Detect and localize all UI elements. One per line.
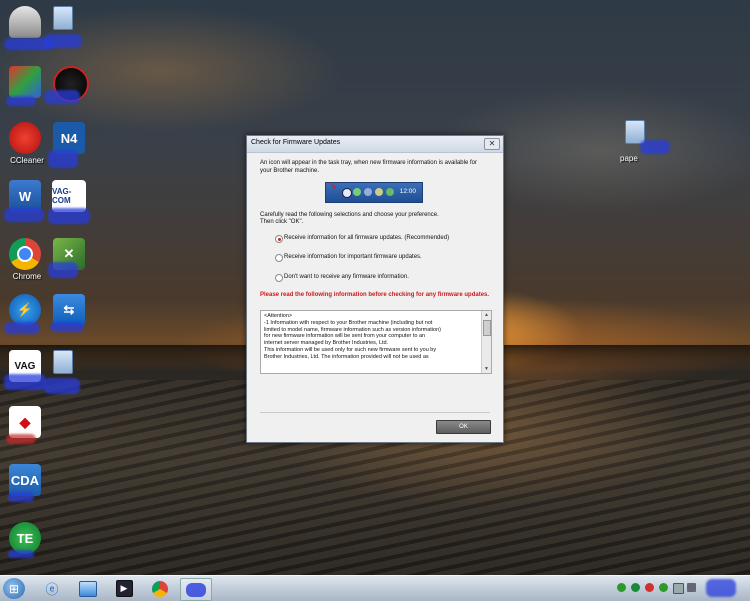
close-button[interactable]: ✕ — [484, 138, 500, 150]
intro-text: An icon will appear in the task tray, wh… — [260, 160, 477, 174]
brother-tray-icon — [342, 188, 352, 198]
attention-line: Brother Industries, Ltd. The information… — [264, 353, 429, 360]
speedometer-app-icon[interactable] — [44, 62, 98, 116]
instructions-text-2: Then click "OK". — [260, 219, 304, 225]
redacted-label — [4, 374, 46, 390]
chrome-taskbar-icon[interactable] — [146, 578, 174, 599]
option-all-label[interactable]: Receive information for all firmware upd… — [284, 235, 449, 243]
arrow-icon: ➘ — [328, 180, 338, 192]
tray-icon — [353, 188, 361, 196]
attention-textbox[interactable]: <Attention> -1 Information with respect … — [260, 310, 492, 374]
tray-icon — [375, 188, 383, 196]
active-window-button[interactable] — [180, 578, 212, 601]
redacted-label — [8, 492, 34, 502]
ok-button[interactable]: OK — [436, 420, 491, 434]
redacted-label — [8, 550, 34, 558]
redacted-label — [48, 150, 78, 168]
attention-content: <Attention> -1 Information with respect … — [264, 313, 476, 361]
redacted-label — [6, 96, 36, 106]
tray-monitor-icon[interactable] — [673, 583, 684, 594]
tool-app-icon[interactable]: ✕ — [44, 234, 98, 288]
paint-graphic — [9, 66, 41, 98]
bin-graphic — [9, 6, 41, 38]
scroll-thumb[interactable] — [483, 320, 491, 336]
file-explorer-icon[interactable] — [74, 578, 102, 599]
tray-app-icon[interactable] — [631, 583, 640, 592]
attention-line: internet server managed by Brother Indus… — [264, 340, 389, 347]
option-important-radio[interactable] — [275, 254, 283, 262]
option-all-radio[interactable] — [275, 235, 283, 243]
taskbar: ⊞ ⓔ ▶ — [0, 575, 750, 601]
tray-icon — [364, 188, 372, 196]
te-icon[interactable]: TE — [0, 518, 54, 572]
scroll-up-icon[interactable]: ▲ — [482, 311, 491, 319]
redacted-label — [6, 434, 36, 444]
firmware-update-dialog: Check for Firmware Updates ✕ An icon wil… — [246, 135, 504, 443]
option-none-radio[interactable] — [275, 274, 283, 282]
attention-line: for new firmware information will be sen… — [264, 333, 426, 340]
redacted-label — [4, 208, 44, 222]
redacted-label — [44, 378, 80, 394]
attention-line: -1 Information with respect to your Brot… — [264, 319, 433, 326]
redacted-label — [48, 208, 90, 224]
tray-app-icon[interactable] — [659, 583, 668, 592]
warning-text: Please read the following information be… — [260, 292, 490, 298]
redacted-clock — [706, 579, 736, 597]
cda-icon[interactable]: CDA — [0, 460, 54, 514]
folder-label: pape — [620, 154, 638, 163]
ccleaner-graphic — [9, 122, 41, 154]
media-player-icon[interactable]: ▶ — [110, 578, 138, 599]
attention-line: This information will be used only for s… — [264, 346, 437, 353]
tray-network-icon[interactable] — [617, 583, 626, 592]
redacted-label — [44, 90, 80, 104]
tray-illustration: ➘ 12:00 — [325, 180, 423, 203]
redacted-label — [44, 34, 82, 48]
attention-scrollbar[interactable]: ▲ ▼ — [481, 311, 491, 373]
start-button[interactable]: ⊞ — [3, 578, 25, 599]
tray-app-icon[interactable] — [645, 583, 654, 592]
internet-explorer-icon[interactable]: ⓔ — [38, 578, 66, 599]
redacted-label — [50, 322, 84, 332]
tray-volume-icon[interactable] — [687, 583, 696, 592]
teamviewer-icon[interactable]: ⇆ — [44, 290, 98, 344]
tray-icon — [386, 188, 394, 196]
tray-clock: 12:00 — [399, 188, 416, 195]
dialog-title: Check for Firmware Updates — [251, 139, 341, 146]
redacted-label — [640, 140, 670, 154]
redacted-label — [4, 322, 40, 334]
folder-graphic — [53, 6, 73, 30]
divider — [260, 412, 490, 413]
folder-graphic — [53, 350, 73, 374]
redacted-label — [48, 262, 78, 278]
option-important-label[interactable]: Receive information for important firmwa… — [284, 254, 422, 262]
dialog-titlebar[interactable]: Check for Firmware Updates ✕ — [247, 136, 503, 153]
windows-logo-icon: ⊞ — [8, 581, 20, 596]
mitsubishi-icon[interactable]: ◆ — [0, 402, 54, 456]
scroll-down-icon[interactable]: ▼ — [482, 365, 491, 373]
chrome-graphic — [9, 238, 41, 270]
attention-line: <Attention> — [264, 313, 293, 319]
attention-line: limited to model name, firmware informat… — [264, 326, 441, 333]
option-none-label[interactable]: Don't want to receive any firmware infor… — [284, 274, 409, 282]
